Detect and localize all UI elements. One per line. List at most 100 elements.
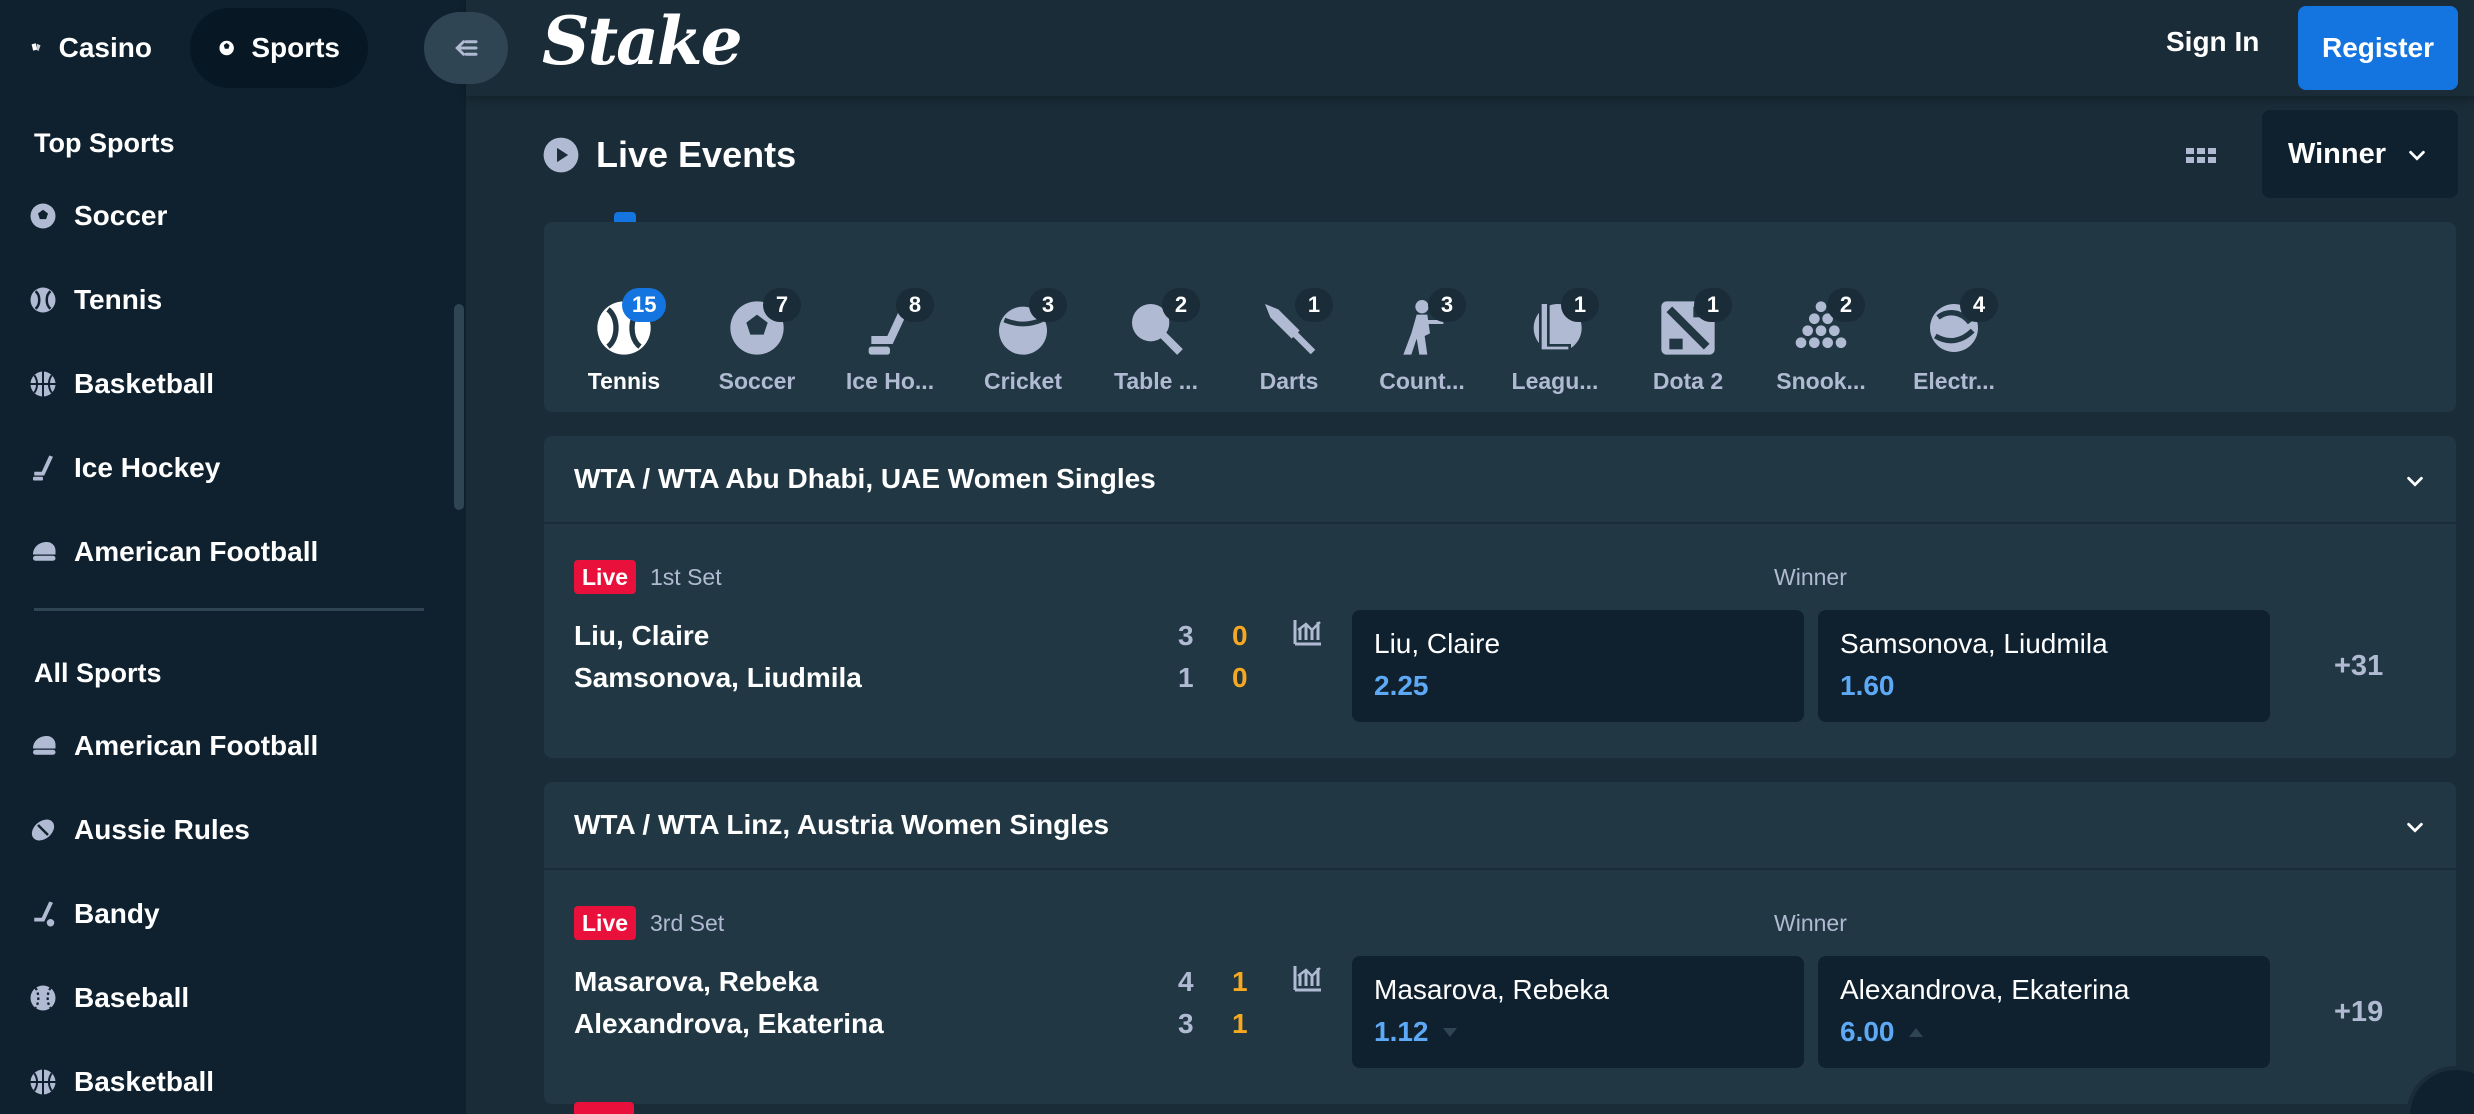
sidebar-item-label: Basketball [74,368,215,399]
stake-logo[interactable]: Stake [542,2,743,80]
stats-icon[interactable] [1292,962,1324,992]
sport-count-badge: 4 [1960,288,1998,322]
sidebar-item-label: Ice Hockey [74,452,221,483]
sport-filter-darts[interactable]: 1 Darts [1229,260,1349,400]
tournament-header[interactable]: WTA / WTA Linz, Austria Women Singles [544,782,2456,870]
sidebar-top-tabs: Casino Sports [0,0,466,96]
sidebar-item-label: American Football [74,730,319,761]
current-set: 3rd Set [650,910,725,936]
sport-filter-snooker[interactable]: 2 Snook... [1761,260,1881,400]
market-select[interactable]: Winner [2262,110,2458,198]
tournament-title: WTA / WTA Linz, Austria Women Singles [574,809,1110,840]
sport-count-badge: 15 [622,288,667,322]
home-player: Masarova, Rebeka [574,966,819,997]
live-badge-partial [574,1102,634,1114]
casino-tab-label: Casino [58,32,152,63]
odds-outcome-name: Alexandrova, Ekaterina [1840,974,2130,1005]
page-title-text: Live Events [596,134,797,175]
casino-cards-icon [31,43,41,52]
market-label: Winner [1774,910,1847,936]
sport-filter-cricket[interactable]: 3 Cricket [963,260,1083,400]
sign-in-button[interactable]: Sign In [2166,26,2259,58]
sidebar-item-label: Aussie Rules [74,814,250,845]
sport-filter-strip: 15 Tennis 7 Soccer 8 Ice Ho... 3 Cricket… [544,222,2456,412]
sidebar-item-baseball[interactable]: Baseball [28,972,189,1024]
top-header: Stake Sign In Register [466,0,2474,96]
sport-filter-label: Table ... [1114,368,1198,394]
home-game-score: 0 [1232,620,1248,651]
sport-filter-table-tennis[interactable]: 2 Table ... [1096,260,1216,400]
sport-count-badge: 2 [1162,288,1200,322]
event-row[interactable]: Live 1st Set Winner Liu, Claire Samsonov… [544,524,2456,758]
top-sports-title: Top Sports [34,128,175,158]
page-title: Live Events [542,134,796,176]
event-row[interactable]: Live 3rd Set Winner Masarova, Rebeka Ale… [544,870,2456,1104]
sidebar-item-basketball[interactable]: Basketball [28,358,214,410]
sports-tab[interactable]: Sports [190,8,368,88]
sidebar-scrollbar[interactable] [454,304,464,510]
tournament-header[interactable]: WTA / WTA Abu Dhabi, UAE Women Singles [544,436,2456,524]
sport-filter-soccer[interactable]: 7 Soccer [697,260,817,400]
sport-filter-electronic[interactable]: 4 Electr... [1894,260,2014,400]
sport-count-badge: 1 [1694,288,1732,322]
sidebar-item-american-football-all[interactable]: American Football [28,720,318,772]
chevron-down-icon [2407,822,2423,833]
bandy-icon [28,899,58,929]
sport-filter-label: Snook... [1776,368,1866,394]
sidebar-item-american-football[interactable]: American Football [28,526,318,578]
sport-filter-tennis[interactable]: 15 Tennis [564,260,684,400]
sport-filter-league-of-legends[interactable]: 1 Leagu... [1495,260,1615,400]
sidebar-divider [34,608,424,611]
sport-filter-ice-hockey[interactable]: 8 Ice Ho... [830,260,950,400]
basketball-icon [28,1067,58,1097]
odds-button-away[interactable]: Alexandrova, Ekaterina 6.00 [1818,956,2270,1068]
sidebar-item-label: Tennis [74,284,163,315]
sport-filter-dota-2[interactable]: 1 Dota 2 [1628,260,1748,400]
sport-count-badge: 3 [1428,288,1466,322]
casino-tab[interactable]: Casino [2,8,180,88]
odds-up-arrow-icon [1908,1027,1923,1037]
sidebar-item-label: Basketball [74,1066,215,1097]
away-player: Samsonova, Liudmila [574,662,862,693]
odds-button-home[interactable]: Masarova, Rebeka 1.12 [1352,956,1804,1068]
sport-filter-label: Tennis [587,368,661,394]
sidebar-item-tennis[interactable]: Tennis [28,274,162,326]
chevron-down-icon [2409,150,2425,161]
odds-button-home[interactable]: Liu, Claire 2.25 [1352,610,1804,722]
register-button[interactable]: Register [2298,6,2458,90]
collapse-menu-icon [455,40,478,56]
sidebar: Casino Sports Top Sports Soccer Tennis B… [0,0,466,1114]
live-badge: Live [574,906,637,940]
more-markets-button[interactable]: +19 [2334,996,2383,1029]
current-set: 1st Set [650,564,722,590]
sidebar-item-bandy[interactable]: Bandy [28,888,160,940]
odds-price: 1.60 [1840,670,1895,701]
sport-count-badge: 2 [1827,288,1865,322]
market-label: Winner [1774,564,1847,590]
sport-count-badge: 7 [763,288,801,322]
stats-icon[interactable] [1292,616,1324,646]
baseball-icon [28,983,58,1013]
collapse-sidebar-button[interactable] [424,12,508,84]
american-football-icon [28,731,58,761]
sidebar-item-ice-hockey[interactable]: Ice Hockey [28,442,220,494]
layout-grid-button[interactable] [2184,142,2218,170]
sidebar-item-aussie-rules[interactable]: Aussie Rules [28,804,250,856]
sport-filter-label: Cricket [984,368,1062,394]
sidebar-item-soccer[interactable]: Soccer [28,190,167,242]
sidebar-item-label: Baseball [74,982,190,1013]
away-set-score: 3 [1178,1008,1194,1039]
live-badge: Live [574,560,637,594]
sport-count-badge: 1 [1561,288,1599,322]
sidebar-item-label: Bandy [74,898,160,929]
sports-ball-icon [219,40,234,56]
odds-button-away[interactable]: Samsonova, Liudmila 1.60 [1818,610,2270,722]
sport-filter-label: Count... [1379,368,1465,394]
sport-filter-label: Leagu... [1511,368,1599,394]
odds-outcome-name: Samsonova, Liudmila [1840,628,2108,659]
home-set-score: 4 [1178,966,1194,997]
tennis-icon [28,285,58,315]
sport-filter-counter-strike[interactable]: 3 Count... [1362,260,1482,400]
more-markets-button[interactable]: +31 [2334,650,2383,683]
sidebar-item-basketball-all[interactable]: Basketball [28,1056,214,1108]
